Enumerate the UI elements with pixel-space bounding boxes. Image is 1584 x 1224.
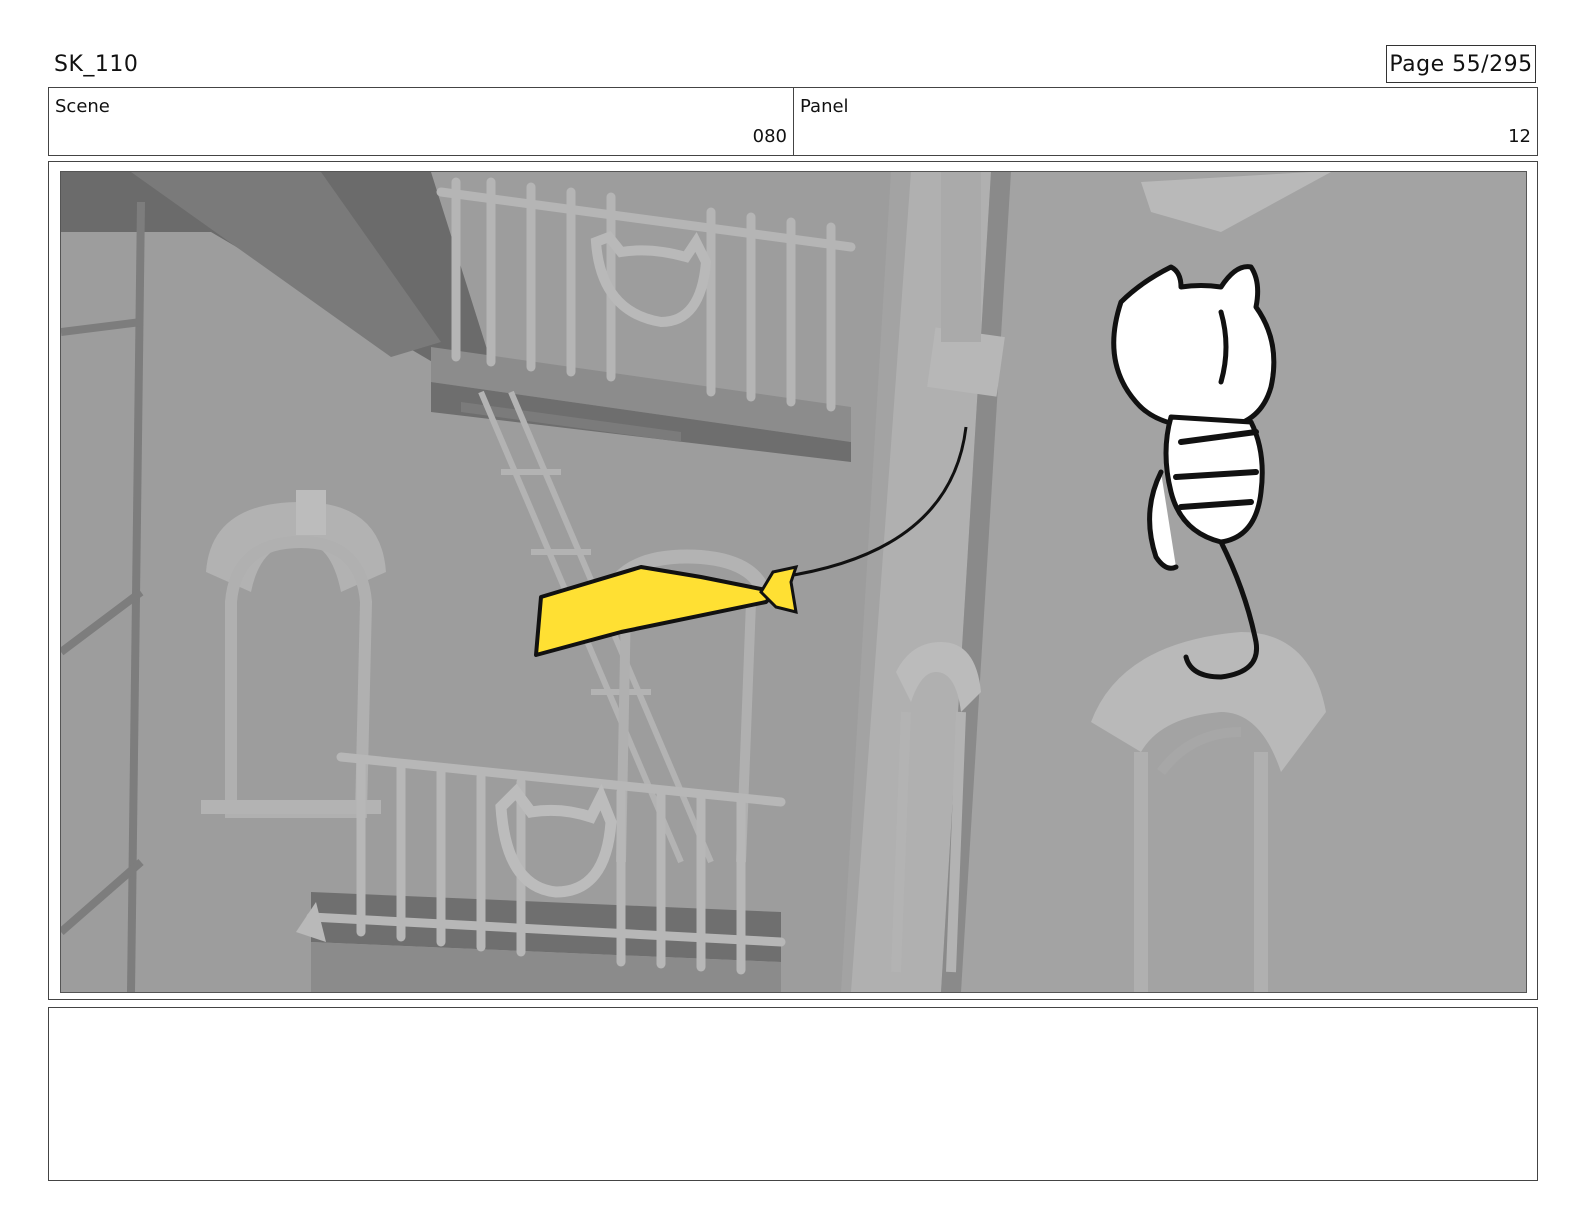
storyboard-panel-image — [60, 171, 1527, 993]
scene-value: 080 — [752, 126, 787, 147]
panel-value: 12 — [1508, 126, 1531, 147]
panel-cell: Panel 12 — [794, 88, 1537, 155]
page-label: Page — [1389, 51, 1445, 77]
scene-label: Scene — [55, 96, 110, 117]
panel-label: Panel — [800, 96, 849, 117]
sheet-title: SK_110 — [54, 52, 139, 77]
scene-panel-row: Scene 080 Panel 12 — [48, 87, 1538, 156]
scene-cell: Scene 080 — [49, 88, 794, 155]
notes-area — [48, 1007, 1538, 1181]
page-number: 55/295 — [1452, 51, 1533, 77]
page-indicator: Page 55/295 — [1386, 45, 1536, 83]
